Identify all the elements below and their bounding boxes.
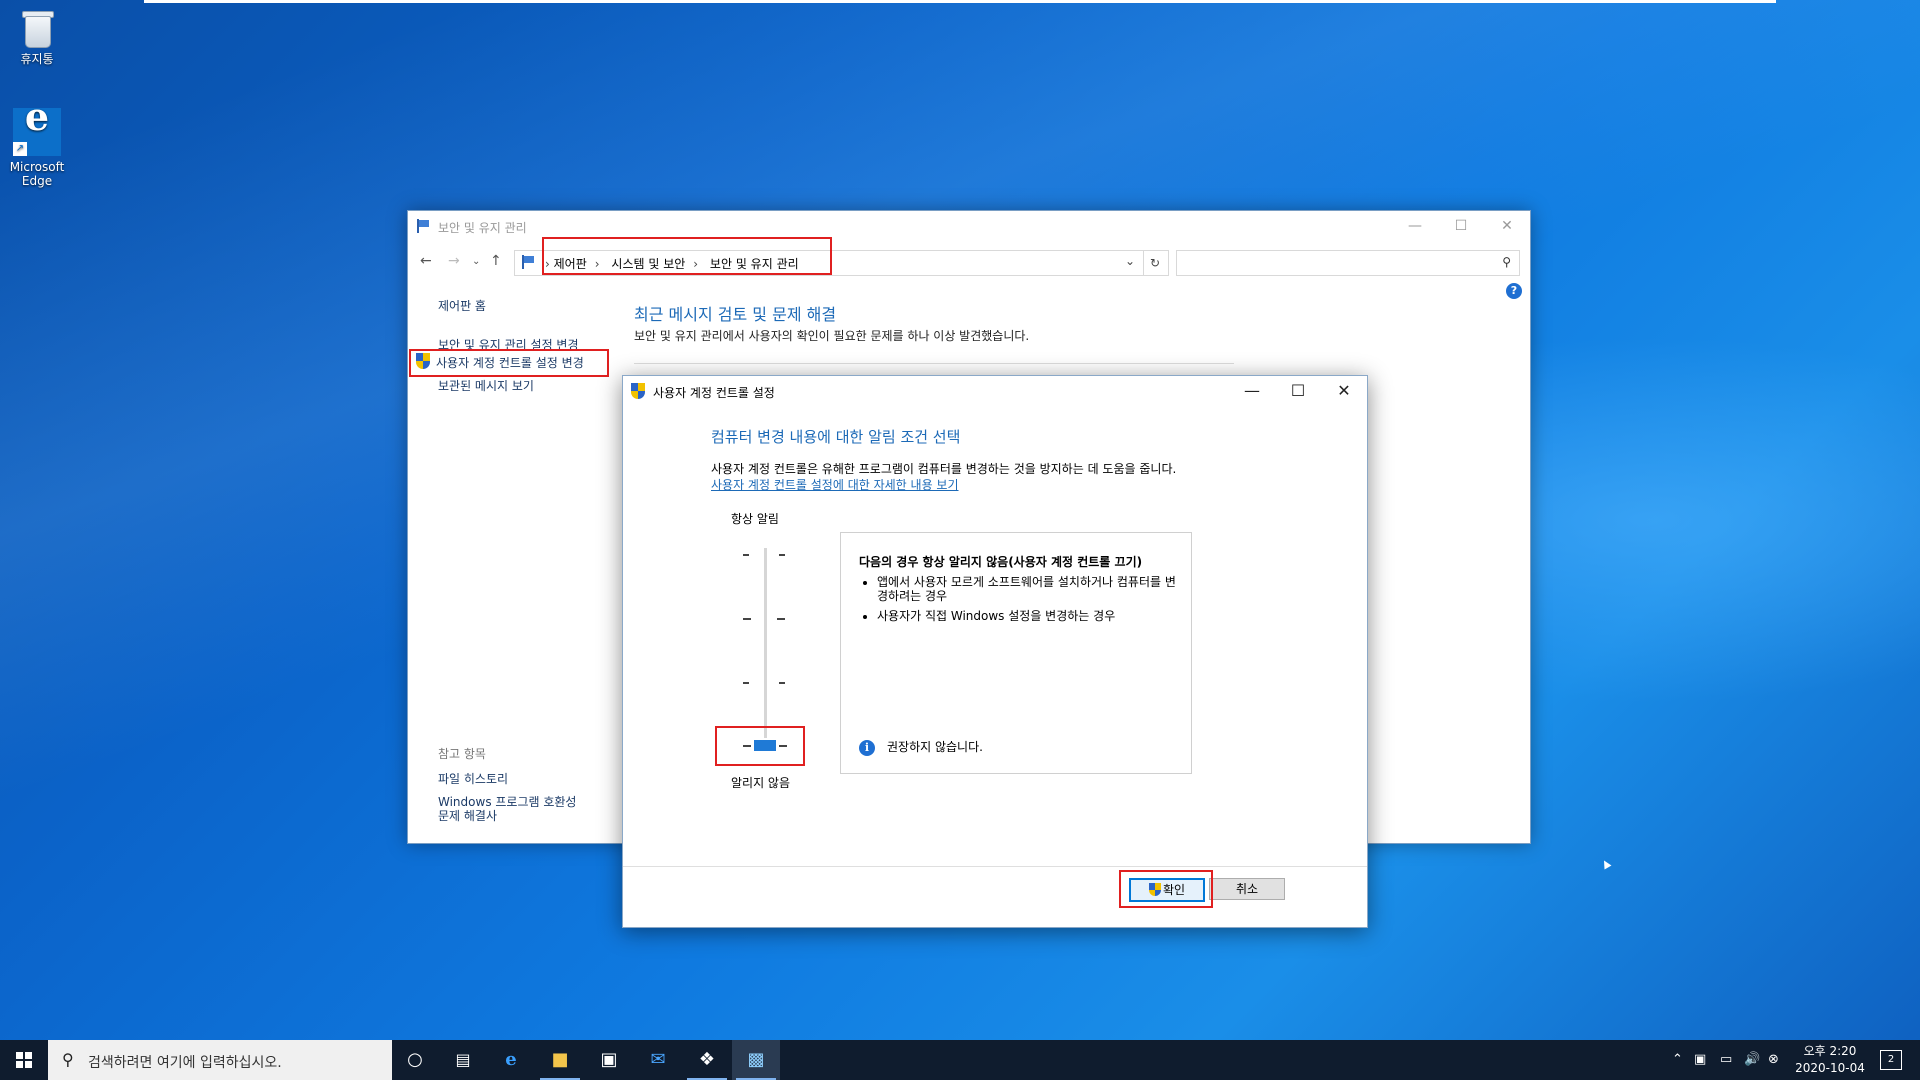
link-file-history[interactable]: 파일 히스토리 <box>438 770 628 787</box>
top-edge-line <box>144 0 1776 3</box>
page-subtitle: 보안 및 유지 관리에서 사용자의 확인이 필요한 문제를 하나 이상 발견했습… <box>634 329 1030 343</box>
file-explorer-icon[interactable]: ■ <box>536 1040 584 1080</box>
minimize-button[interactable]: — <box>1392 211 1438 241</box>
highlight-box-slider <box>715 726 805 766</box>
volume-icon[interactable]: 🔊 <box>1744 1040 1760 1080</box>
dialog-titlebar: 사용자 계정 컨트롤 설정 — ☐ ✕ <box>623 376 1367 406</box>
recycle-bin-icon <box>19 8 55 48</box>
task-view-icon[interactable]: ▤ <box>439 1040 487 1080</box>
ime-icon[interactable]: ⊗ <box>1768 1040 1779 1080</box>
uac-settings-dialog: 사용자 계정 컨트롤 설정 — ☐ ✕ 컴퓨터 변경 내용에 대한 알림 조건 … <box>622 375 1368 928</box>
highlight-box-ok <box>1119 870 1213 908</box>
see-also-header: 참고 항목 <box>438 747 486 761</box>
close-button[interactable]: ✕ <box>1321 376 1367 406</box>
clock[interactable]: 오후 2:20 2020-10-04 <box>1790 1043 1870 1077</box>
refresh-button[interactable]: ↻ <box>1142 250 1169 276</box>
search-icon: ⚲ <box>62 1050 74 1069</box>
minimize-button[interactable]: — <box>1229 376 1275 406</box>
flag-icon <box>416 219 430 233</box>
maximize-button[interactable]: ☐ <box>1275 376 1321 406</box>
start-icon <box>16 1052 32 1068</box>
divider <box>623 866 1367 867</box>
nav-control-panel-home[interactable]: 제어판 홈 <box>438 297 628 314</box>
control-panel-icon[interactable]: ▩ <box>732 1040 780 1080</box>
info-icon: i <box>859 739 875 756</box>
notification-center-icon[interactable]: 2 <box>1880 1050 1902 1070</box>
security-tray-icon[interactable]: ▣ <box>1694 1040 1706 1080</box>
slider-tick <box>777 618 785 620</box>
desktop-icon-label: Microsoft Edge <box>9 160 65 188</box>
link-program-compatibility[interactable]: Windows 프로그램 호환성 문제 해결사 <box>438 795 588 823</box>
desktop-icon-edge[interactable]: e ↗ Microsoft Edge <box>2 98 72 189</box>
dialog-heading: 컴퓨터 변경 내용에 대한 알림 조건 선택 <box>711 428 961 446</box>
taskbar: ⚲ 검색하려면 여기에 입력하십시오. ○ ▤ e ■ ▣ ✉ ❖ ▩ ⌃ ▣ … <box>0 1040 1920 1080</box>
search-input[interactable]: ⚲ <box>1176 250 1520 276</box>
taskbar-search-input[interactable]: ⚲ 검색하려면 여기에 입력하십시오. <box>48 1040 392 1080</box>
slider-tick <box>743 618 751 620</box>
dialog-description: 사용자 계정 컨트롤은 유해한 프로그램이 컴퓨터를 변경하는 것을 방지하는 … <box>711 462 1177 476</box>
see-also-section: 참고 항목 파일 히스토리 Windows 프로그램 호환성 문제 해결사 <box>438 745 628 831</box>
app-icon[interactable]: ❖ <box>683 1040 731 1080</box>
highlight-box-breadcrumb <box>542 237 832 275</box>
edge-icon[interactable]: e <box>487 1040 535 1080</box>
flag-icon <box>521 255 535 269</box>
edge-icon: e ↗ <box>13 98 61 156</box>
level-description-list: 앱에서 사용자 모르게 소프트웨어를 설치하거나 컴퓨터를 변경하려는 경우 사… <box>859 575 1177 629</box>
slider-bottom-label: 알리지 않음 <box>731 776 791 790</box>
slider-tick <box>743 554 749 556</box>
help-icon[interactable]: ? <box>1506 283 1522 299</box>
chevron-down-icon[interactable]: ⌄ <box>1125 254 1135 268</box>
recent-dropdown-icon[interactable]: ⌄ <box>472 256 480 267</box>
show-hidden-icons-icon[interactable]: ⌃ <box>1672 1040 1683 1080</box>
clock-date: 2020-10-04 <box>1795 1061 1865 1075</box>
forward-arrow-icon[interactable]: → <box>448 253 460 269</box>
clock-time: 오후 2:20 <box>1803 1044 1857 1058</box>
slider-tick <box>779 554 785 556</box>
desktop-icon-recycle-bin[interactable]: 휴지통 <box>2 8 72 66</box>
list-item: 앱에서 사용자 모르게 소프트웨어를 설치하거나 컴퓨터를 변경하려는 경우 <box>877 575 1177 603</box>
dialog-title: 사용자 계정 컨트롤 설정 <box>653 386 775 400</box>
close-button[interactable]: ✕ <box>1484 211 1530 241</box>
highlight-box-uac-link <box>409 349 609 377</box>
notify-level-slider-track[interactable] <box>764 548 767 738</box>
maximize-button[interactable]: ☐ <box>1438 211 1484 241</box>
window-title: 보안 및 유지 관리 <box>438 221 527 235</box>
cancel-button[interactable]: 취소 <box>1209 878 1285 900</box>
level-description-header: 다음의 경우 항상 알리지 않음(사용자 계정 컨트롤 끄기) <box>859 555 1143 569</box>
store-icon[interactable]: ▣ <box>585 1040 633 1080</box>
slider-top-label: 항상 알림 <box>731 512 779 526</box>
mail-icon[interactable]: ✉ <box>634 1040 682 1080</box>
slider-tick <box>779 682 785 684</box>
network-icon[interactable]: ▭ <box>1720 1040 1732 1080</box>
note-text: 권장하지 않습니다. <box>887 740 983 754</box>
search-placeholder: 검색하려면 여기에 입력하십시오. <box>88 1055 282 1071</box>
list-item: 사용자가 직접 Windows 설정을 변경하는 경우 <box>877 609 1177 623</box>
uac-help-link[interactable]: 사용자 계정 컨트롤 설정에 대한 자세한 내용 보기 <box>711 476 959 493</box>
start-button[interactable] <box>0 1040 48 1080</box>
divider <box>634 363 1234 364</box>
search-icon: ⚲ <box>1502 255 1511 269</box>
uac-shield-icon <box>631 383 645 399</box>
level-description-box: 다음의 경우 항상 알리지 않음(사용자 계정 컨트롤 끄기) 앱에서 사용자 … <box>840 532 1192 774</box>
cortana-icon[interactable]: ○ <box>391 1040 439 1080</box>
nav-view-archived-messages[interactable]: 보관된 메시지 보기 <box>438 377 628 394</box>
slider-tick <box>743 682 749 684</box>
back-arrow-icon[interactable]: ← <box>420 253 432 269</box>
desktop-icon-label: 휴지통 <box>20 52 54 66</box>
up-arrow-icon[interactable]: ↑ <box>490 253 502 269</box>
page-title: 최근 메시지 검토 및 문제 해결 <box>634 305 837 324</box>
not-recommended-note: i 권장하지 않습니다. <box>859 738 983 756</box>
